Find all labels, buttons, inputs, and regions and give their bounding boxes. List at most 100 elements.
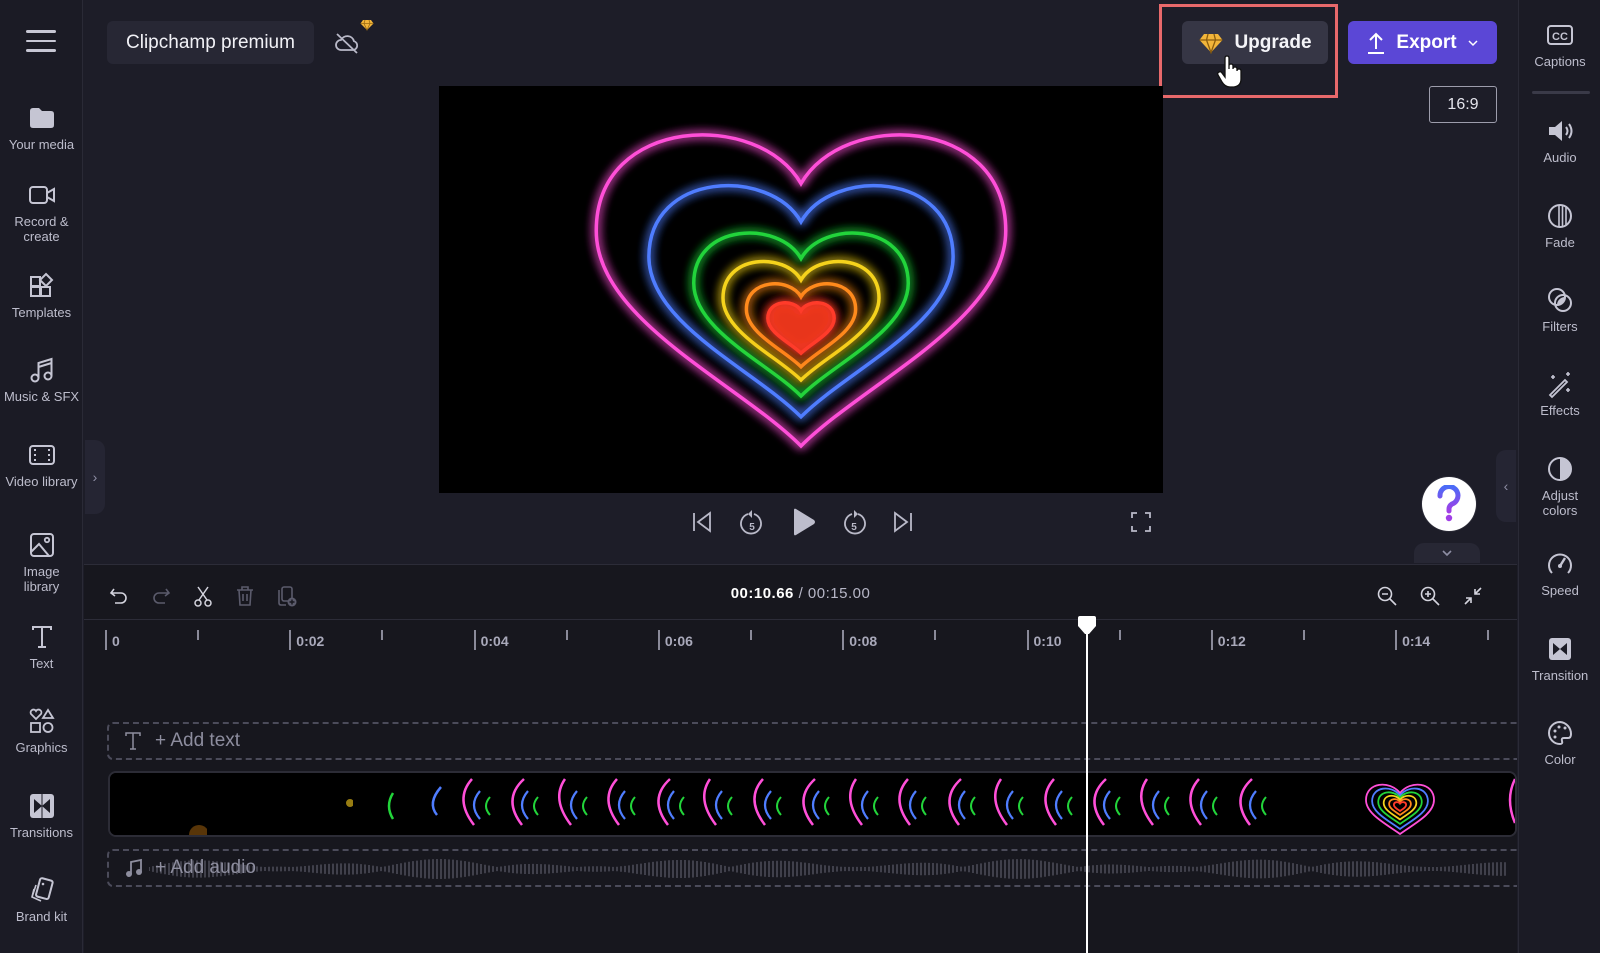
ruler-minor-tick: [1118, 630, 1121, 640]
sidebar-item-label: Audio: [1543, 150, 1577, 165]
skip-back-icon: [693, 511, 711, 533]
time-separator: /: [798, 585, 804, 602]
fit-timeline-button[interactable]: [1458, 581, 1488, 611]
sidebar-item-transition[interactable]: Transition: [1519, 634, 1600, 683]
ruler-label: 0:12: [1217, 633, 1246, 649]
clip-thumbnail: [1031, 773, 1080, 835]
playhead-line[interactable]: [1086, 620, 1089, 953]
cc-icon: CC: [1547, 25, 1573, 45]
video-camera-icon: [28, 186, 55, 204]
skip-to-end-button[interactable]: [886, 505, 920, 539]
add-audio-track[interactable]: + Add audio: [107, 849, 1517, 887]
neon-heart-ring: [766, 301, 836, 356]
export-label: Export: [1396, 31, 1457, 53]
zoom-out-button[interactable]: [1372, 581, 1402, 611]
clip-thumbnail: [207, 773, 256, 835]
ruler-major-tick: [473, 630, 476, 650]
speedometer-icon: [1548, 553, 1572, 574]
hand-cursor-icon: [1217, 55, 1242, 88]
forward-5s-button[interactable]: 5: [837, 505, 871, 539]
sidebar-item-music-sfx[interactable]: Music & SFX: [0, 355, 83, 404]
film-icon: [28, 445, 55, 465]
transition-icon: [1549, 638, 1571, 660]
sidebar-item-fade[interactable]: Fade: [1519, 201, 1600, 250]
player-controls: 5 5: [0, 505, 1600, 545]
sidebar-item-effects[interactable]: Effects: [1519, 369, 1600, 418]
upgrade-button[interactable]: Upgrade: [1182, 21, 1328, 64]
fade-icon: [1548, 204, 1572, 228]
clip-thumbnail: [110, 773, 159, 835]
sidebar-item-label: Captions: [1534, 54, 1586, 69]
clip-thumbnail: [352, 773, 401, 835]
left-sidebar: Your media Record & create Templates Mus…: [0, 0, 83, 953]
text-icon: [125, 732, 141, 750]
sidebar-item-your-media[interactable]: Your media: [0, 103, 83, 152]
right-sidebar-divider: [1532, 91, 1590, 94]
play-button[interactable]: [786, 505, 820, 539]
sidebar-item-label: Graphics: [15, 740, 68, 755]
clip-thumbnail: [1274, 773, 1323, 835]
current-time: 00:10.66: [730, 585, 794, 602]
sidebar-item-graphics[interactable]: Graphics: [0, 706, 83, 755]
svg-text:5: 5: [851, 522, 857, 533]
timeline-ruler[interactable]: 0 0:02 0:04 0:06 0:08 0:10 0:12 0:14: [84, 619, 1517, 650]
sidebar-item-templates[interactable]: Templates: [0, 271, 83, 320]
playhead-handle[interactable]: [1078, 616, 1097, 636]
clip-thumbnail: [643, 773, 692, 835]
sidebar-item-label: Transitions: [9, 825, 74, 840]
clip-thumbnail: [304, 773, 353, 835]
hamburger-icon[interactable]: [26, 30, 56, 54]
export-button[interactable]: Export: [1348, 21, 1497, 64]
sidebar-item-filters[interactable]: Filters: [1519, 285, 1600, 334]
ruler-major-tick: [1395, 630, 1398, 650]
rewind-5s-button[interactable]: 5: [735, 505, 769, 539]
sidebar-item-video-library[interactable]: Video library: [0, 440, 83, 489]
chevron-left-icon: ‹: [1503, 478, 1509, 494]
fullscreen-button[interactable]: [1124, 505, 1158, 539]
ruler-major-tick: [657, 630, 660, 650]
video-preview[interactable]: [439, 86, 1163, 493]
sidebar-item-speed[interactable]: Speed: [1519, 549, 1600, 598]
zoom-in-button[interactable]: [1415, 581, 1445, 611]
sidebar-item-label: Video library: [5, 474, 78, 489]
sidebar-item-text[interactable]: Text: [0, 622, 83, 671]
clip-thumbnail: [886, 773, 935, 835]
help-button[interactable]: [1422, 477, 1476, 531]
total-duration: 00:15.00: [807, 585, 871, 602]
question-mark-icon: [1437, 485, 1461, 522]
sidebar-item-record-create[interactable]: Record & create: [0, 180, 83, 244]
diamond-icon: [360, 19, 374, 31]
clip-thumbnail: [1449, 773, 1515, 835]
add-text-track[interactable]: + Add text: [107, 722, 1517, 760]
music-note-icon: [126, 858, 142, 877]
collapse-help-button[interactable]: [1414, 543, 1480, 563]
sidebar-item-audio[interactable]: Audio: [1519, 116, 1600, 165]
sidebar-item-transitions[interactable]: Transitions: [0, 791, 83, 840]
shapes-icon: [29, 708, 55, 733]
forward-5-icon: 5: [844, 510, 866, 535]
skip-to-start-button[interactable]: [685, 505, 719, 539]
expand-left-panel-button[interactable]: ›: [85, 440, 105, 514]
sidebar-item-label: Record & create: [14, 214, 69, 244]
brand-kit-icon: [30, 877, 54, 902]
fullscreen-icon: [1131, 512, 1151, 532]
sidebar-item-brand-kit[interactable]: Brand kit: [0, 875, 83, 924]
sidebar-item-label: Transition: [1531, 668, 1589, 683]
ruler-major-tick: [289, 630, 292, 650]
filters-icon: [1548, 288, 1572, 312]
speaker-icon: [1549, 121, 1573, 141]
text-icon: [31, 626, 52, 648]
waveform-bars: [149, 859, 1506, 879]
ruler-minor-tick: [750, 630, 753, 640]
video-clip[interactable]: [108, 771, 1517, 837]
aspect-ratio-button[interactable]: 16:9: [1429, 86, 1497, 123]
sidebar-item-captions[interactable]: CC Captions: [1519, 20, 1600, 69]
chevron-down-icon: [1442, 550, 1452, 557]
project-name-field[interactable]: Clipchamp premium: [107, 21, 314, 64]
clip-thumbnail: [1355, 773, 1445, 835]
sidebar-item-color[interactable]: Color: [1519, 718, 1600, 767]
sidebar-item-label: Text: [29, 656, 54, 671]
sidebar-item-label: Effects: [1540, 403, 1580, 418]
ruler-major-tick: [842, 630, 845, 650]
sidebar-item-label: Brand kit: [15, 909, 68, 924]
